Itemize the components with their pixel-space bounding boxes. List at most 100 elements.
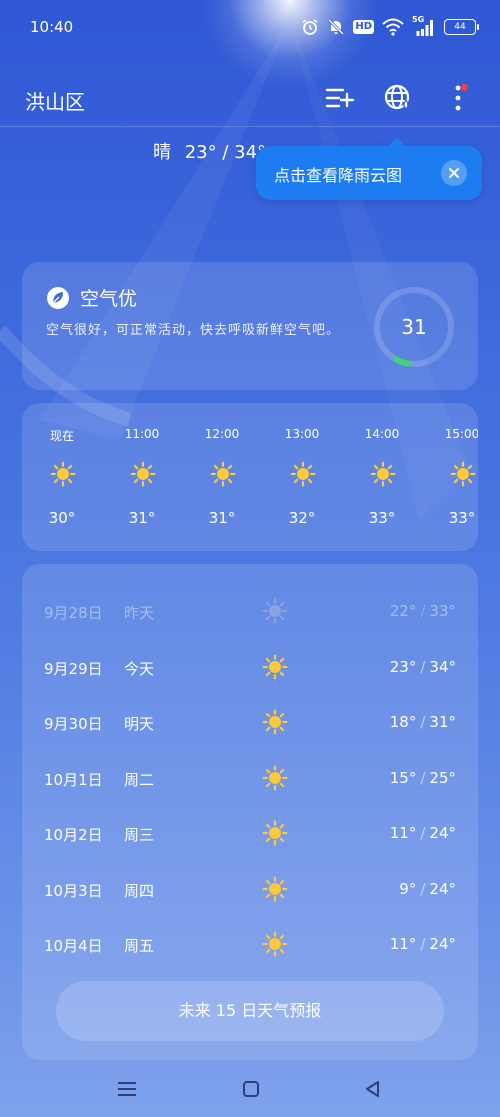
sunny-icon bbox=[262, 709, 288, 739]
daily-day-name: 明天 bbox=[124, 715, 155, 733]
daily-low: 18° bbox=[389, 713, 417, 731]
daily-date: 10月4日 bbox=[44, 937, 103, 955]
daily-row[interactable]: 9月28日 昨天 22°/33° bbox=[22, 592, 478, 632]
signal-5g-icon: 5G bbox=[412, 15, 436, 37]
sunny-icon bbox=[262, 820, 288, 850]
mute-icon bbox=[328, 18, 345, 36]
hourly-temp: 31° bbox=[208, 509, 236, 527]
alarm-icon bbox=[302, 19, 318, 35]
daily-row[interactable]: 9月30日 明天 18°/31° bbox=[22, 703, 478, 743]
hd-icon: HD bbox=[353, 20, 374, 34]
temp-separator: / bbox=[420, 824, 426, 842]
sunny-icon bbox=[370, 461, 396, 491]
daily-row[interactable]: 10月1日 周二 15°/25° bbox=[22, 759, 478, 799]
daily-temp-range: 22°/33° bbox=[390, 602, 456, 620]
daily-row[interactable]: 9月29日 今天 23°/34° bbox=[22, 648, 478, 688]
rain-radar-tooltip[interactable]: 点击查看降雨云图 bbox=[256, 137, 482, 200]
daily-high: 31° bbox=[429, 713, 456, 731]
sunny-icon bbox=[210, 461, 236, 491]
daily-low: 9° bbox=[399, 879, 417, 898]
daily-day-name: 周二 bbox=[124, 770, 155, 789]
hourly-temp: 33° bbox=[368, 509, 396, 527]
status-time: 10:40 bbox=[30, 18, 74, 36]
more-menu-button[interactable] bbox=[440, 80, 476, 116]
rain-radar-button[interactable] bbox=[380, 80, 416, 116]
close-icon bbox=[449, 168, 459, 178]
nav-home-button[interactable] bbox=[236, 1074, 266, 1104]
daily-low: 11° bbox=[389, 935, 417, 953]
hourly-item: 14:00 33° bbox=[352, 403, 412, 551]
system-nav-bar bbox=[0, 1062, 500, 1117]
nav-menu-button[interactable] bbox=[112, 1074, 142, 1104]
hourly-time: 11:00 bbox=[124, 427, 160, 441]
daily-low: 11° bbox=[389, 824, 417, 842]
daily-day-name: 今天 bbox=[124, 659, 155, 678]
summary-temp-range: 23° / 34° bbox=[184, 142, 267, 163]
temp-separator: / bbox=[420, 935, 426, 953]
daily-date: 9月28日 bbox=[44, 604, 103, 622]
hourly-item: 12:00 31° bbox=[192, 403, 252, 551]
sunny-icon bbox=[290, 461, 316, 491]
daily-forecast-card: 10月4日 周五 11°/24° 10月3日 周四 9°/24° 10月2日 周三 11°/24… bbox=[22, 564, 478, 1060]
daily-temp-range: 9°/24° bbox=[399, 880, 456, 898]
tooltip-text: 点击查看降雨云图 bbox=[274, 166, 403, 185]
hourly-time: 15:00 bbox=[444, 427, 478, 441]
daily-day-name: 昨天 bbox=[124, 604, 155, 622]
daily-high: 34° bbox=[429, 657, 456, 676]
leaf-icon bbox=[47, 286, 69, 309]
hourly-item: 11:00 31° bbox=[112, 403, 172, 551]
sunny-icon bbox=[262, 765, 288, 795]
status-bar: 10:40 HD 5G 44 bbox=[0, 0, 500, 56]
hourly-temp: 30° bbox=[48, 509, 76, 527]
location-title[interactable]: 洪山区 bbox=[25, 86, 85, 115]
temp-separator: / bbox=[420, 713, 426, 731]
add-city-button[interactable] bbox=[322, 80, 358, 116]
hourly-item: 15:00 33° bbox=[432, 403, 478, 551]
summary-condition: 晴 bbox=[153, 142, 171, 163]
tooltip-close-button[interactable] bbox=[441, 160, 467, 186]
daily-temp-range: 15°/25° bbox=[390, 769, 456, 787]
nav-back-button[interactable] bbox=[358, 1074, 388, 1104]
daily-day-name: 周五 bbox=[124, 937, 155, 955]
add-city-icon bbox=[325, 88, 355, 108]
daily-high: 24° bbox=[429, 824, 456, 842]
daily-date: 10月2日 bbox=[44, 826, 103, 844]
daily-low: 23° bbox=[389, 657, 417, 676]
daily-row[interactable]: 10月4日 周五 11°/24° bbox=[22, 925, 478, 965]
15-day-forecast-button[interactable]: 未来 15 日天气预报 bbox=[56, 981, 444, 1041]
hourly-item: 现在 30° bbox=[32, 403, 92, 551]
air-quality-card[interactable]: 空气优 空气很好，可正常活动，快去呼吸新鲜空气吧。 31 bbox=[22, 262, 478, 390]
status-icons: HD 5G 44 bbox=[301, 15, 479, 39]
hourly-forecast-card[interactable]: 现在 30° 11:00 31° 12:00 31° 13:00 32° 14:00 33° 15:… bbox=[22, 403, 478, 551]
daily-date: 10月1日 bbox=[44, 770, 103, 789]
hourly-temp: 33° bbox=[448, 509, 476, 527]
daily-row[interactable]: 10月3日 周四 9°/24° bbox=[22, 870, 478, 910]
daily-temp-range: 23°/34° bbox=[390, 658, 456, 676]
battery-icon: 44 bbox=[444, 19, 479, 35]
hourly-item: 13:00 32° bbox=[272, 403, 332, 551]
daily-low: 15° bbox=[389, 768, 417, 787]
daily-temp-range: 11°/24° bbox=[390, 935, 456, 953]
daily-row[interactable]: 10月2日 周三 11°/24° bbox=[22, 814, 478, 854]
daily-date: 10月3日 bbox=[44, 881, 103, 900]
daily-day-name: 周三 bbox=[124, 826, 155, 844]
hourly-temp: 32° bbox=[288, 509, 316, 527]
hourly-time: 现在 bbox=[49, 429, 74, 443]
daily-temp-range: 18°/31° bbox=[390, 713, 456, 731]
sunny-icon bbox=[262, 876, 288, 906]
notification-dot bbox=[461, 84, 468, 91]
sunny-icon bbox=[262, 931, 288, 961]
sunny-icon bbox=[262, 598, 288, 628]
globe-rain-icon bbox=[384, 84, 410, 110]
daily-high: 25° bbox=[429, 768, 456, 787]
hourly-temp: 31° bbox=[128, 509, 156, 527]
daily-date: 9月29日 bbox=[44, 659, 103, 678]
daily-low: 22° bbox=[389, 602, 417, 620]
aq-description: 空气很好，可正常活动，快去呼吸新鲜空气吧。 bbox=[46, 323, 341, 338]
back-icon bbox=[366, 1081, 379, 1097]
sunny-icon bbox=[450, 461, 476, 491]
temp-separator: / bbox=[420, 768, 426, 787]
sunny-icon bbox=[262, 654, 288, 684]
daily-high: 33° bbox=[429, 602, 456, 620]
home-icon bbox=[243, 1081, 259, 1097]
